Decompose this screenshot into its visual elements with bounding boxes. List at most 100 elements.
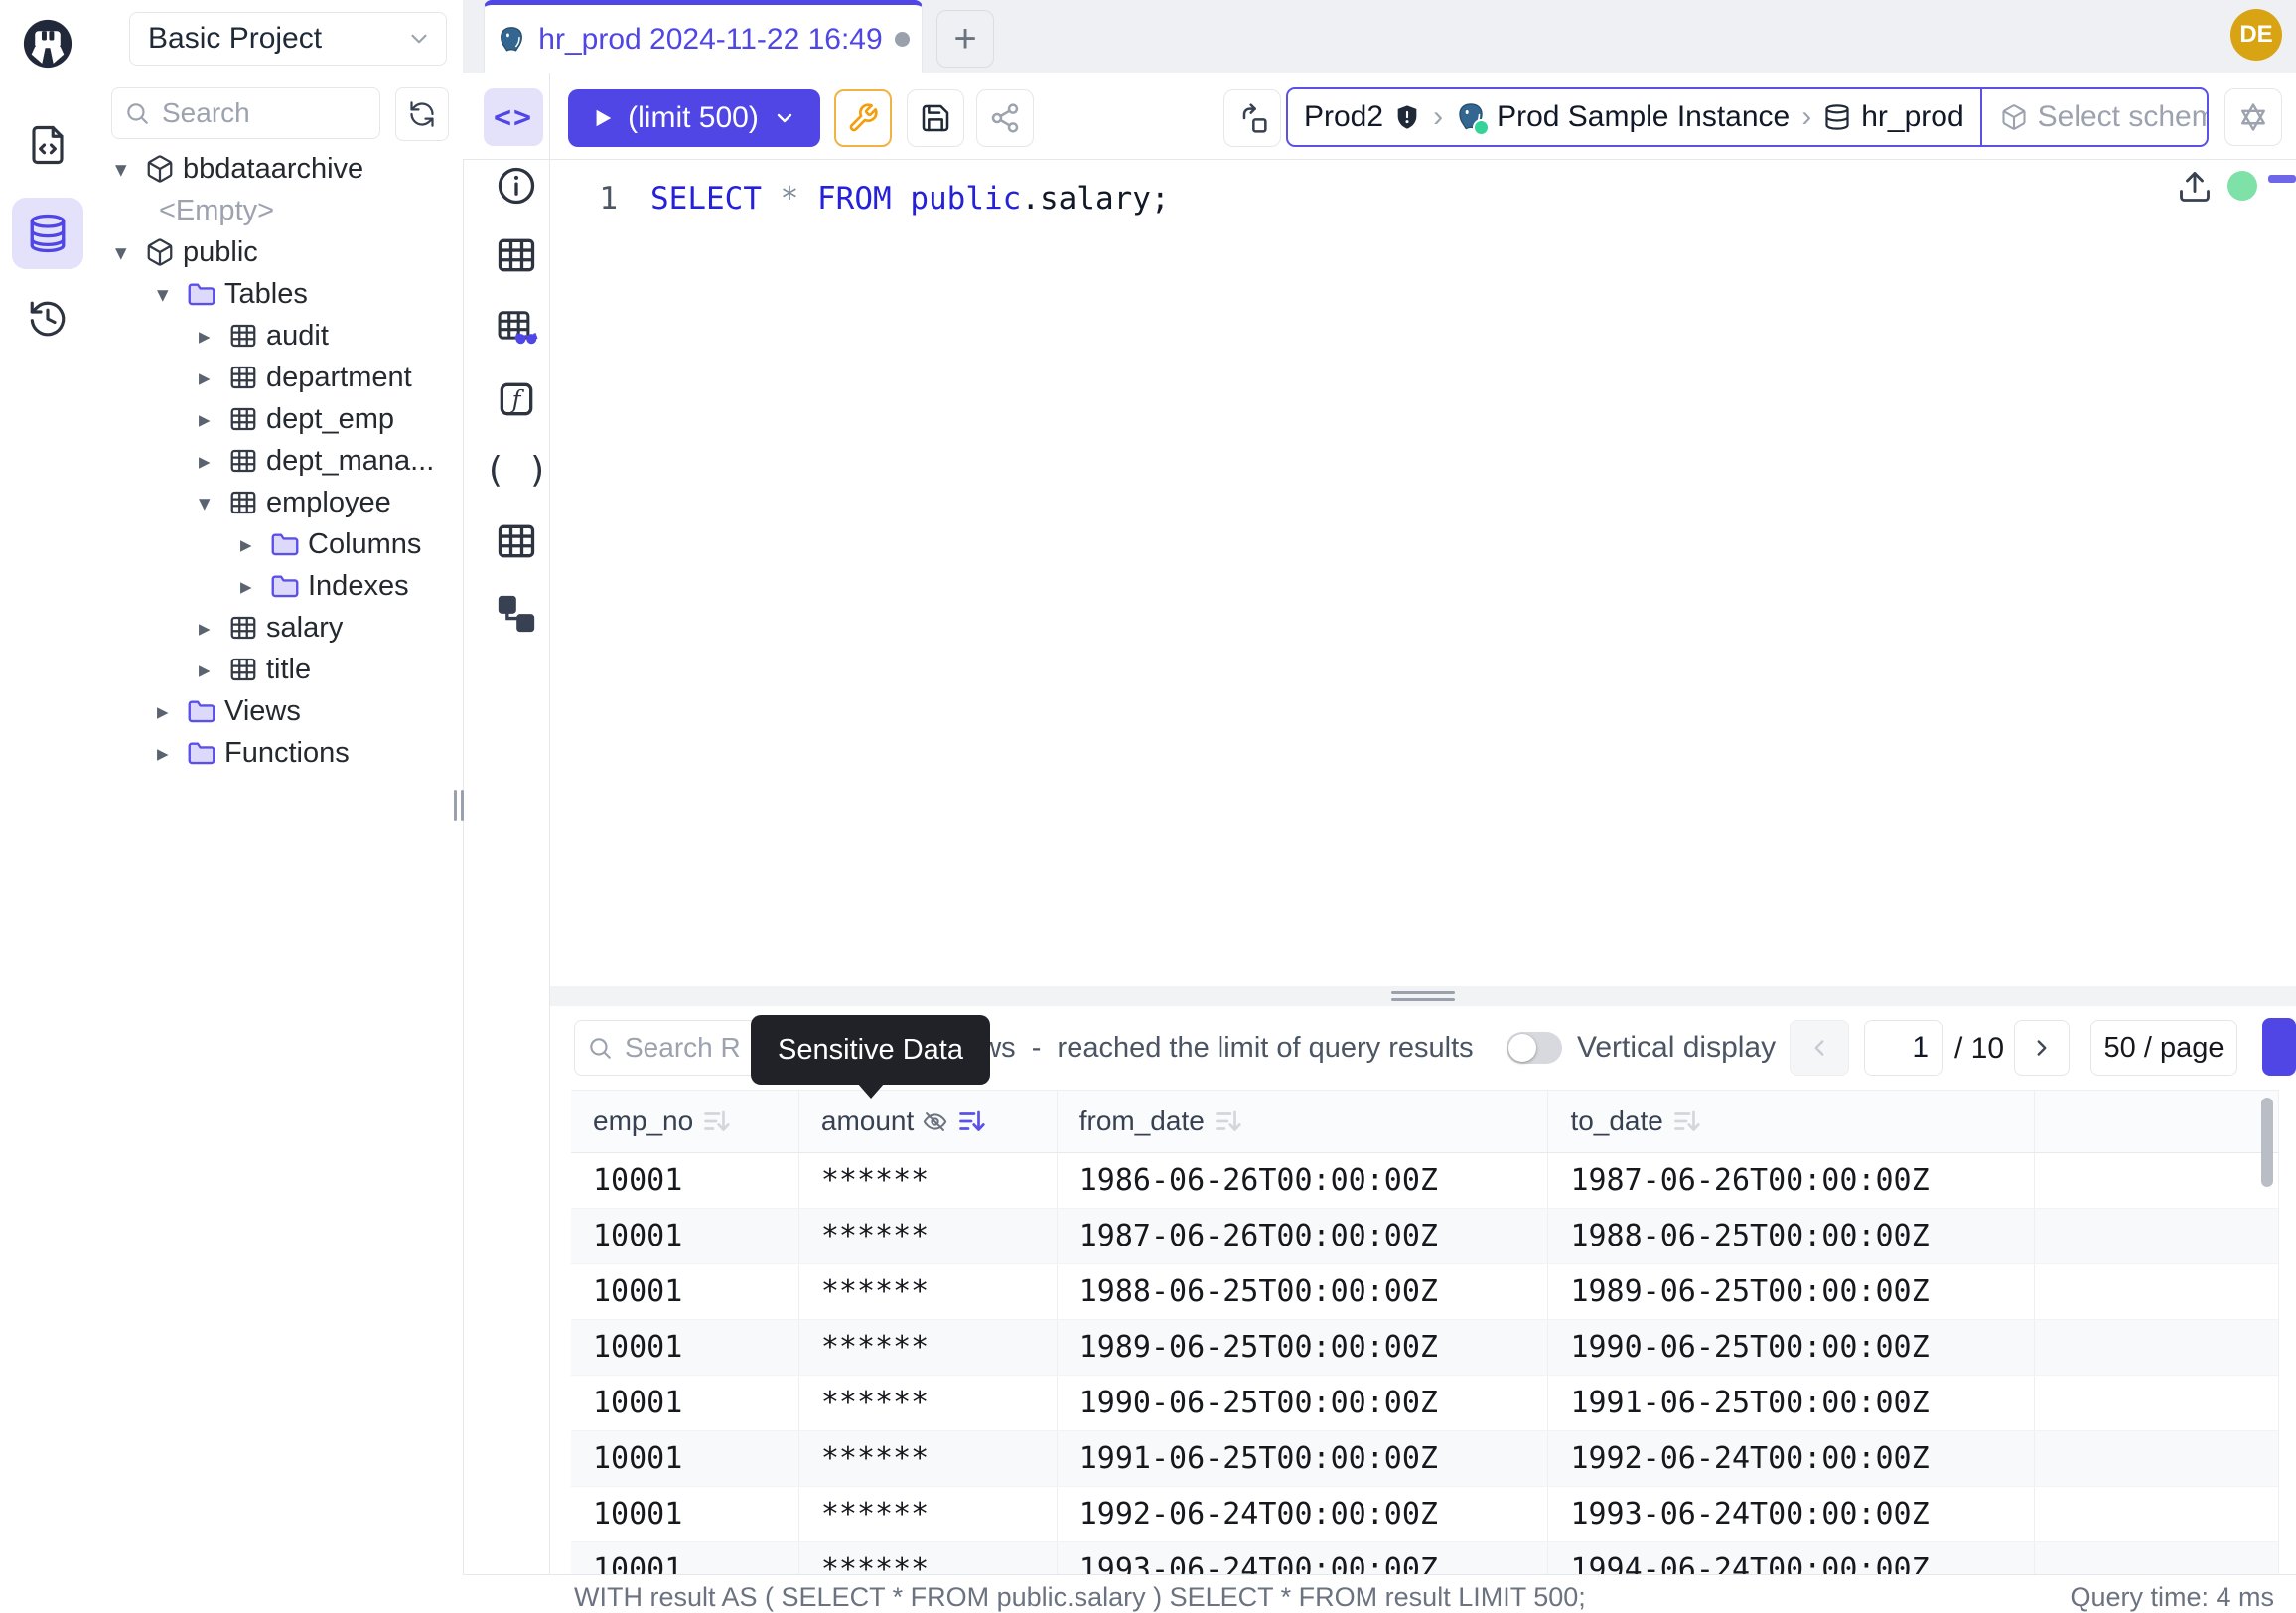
table-cell[interactable]: ****** bbox=[799, 1487, 1058, 1541]
eye-off-icon[interactable] bbox=[922, 1108, 948, 1135]
batch-replace-button[interactable] bbox=[1223, 89, 1281, 147]
table-cell[interactable]: ****** bbox=[799, 1264, 1058, 1319]
sensitive-data-panel-icon[interactable] bbox=[495, 306, 538, 350]
chevron-right-icon[interactable]: ▸ bbox=[199, 367, 228, 389]
new-tab-button[interactable]: + bbox=[936, 10, 994, 68]
tree-item-dept-emp[interactable]: ▸dept_emp bbox=[95, 398, 463, 440]
project-select[interactable]: Basic Project bbox=[129, 12, 447, 66]
splitter-handle[interactable] bbox=[1391, 991, 1455, 994]
tree-item-audit[interactable]: ▸audit bbox=[95, 315, 463, 357]
splitter-handle[interactable] bbox=[1391, 998, 1455, 1001]
page-number-input[interactable] bbox=[1864, 1020, 1943, 1076]
column-header-from_date[interactable]: from_date bbox=[1058, 1091, 1549, 1152]
tree-item-title[interactable]: ▸title bbox=[95, 649, 463, 690]
table-cell[interactable]: 1989-06-25T00:00:00Z bbox=[1548, 1264, 2035, 1319]
tree-item-empty[interactable]: <Empty> bbox=[95, 190, 463, 231]
save-button[interactable] bbox=[907, 89, 964, 147]
table-cell[interactable]: 10001 bbox=[571, 1153, 799, 1208]
avatar[interactable]: DE bbox=[2230, 9, 2282, 61]
chevron-down-icon[interactable]: ▾ bbox=[157, 283, 187, 306]
sort-icon[interactable] bbox=[956, 1106, 986, 1136]
chevron-right-icon[interactable]: ▸ bbox=[240, 575, 270, 598]
table-cell[interactable]: 10001 bbox=[571, 1264, 799, 1319]
vertical-scrollbar[interactable] bbox=[2261, 1098, 2273, 1187]
table-cell[interactable] bbox=[2035, 1487, 2278, 1541]
table-cell[interactable]: ****** bbox=[799, 1542, 1058, 1574]
sort-icon[interactable] bbox=[1671, 1106, 1701, 1136]
table-cell[interactable]: ****** bbox=[799, 1153, 1058, 1208]
chevron-right-icon[interactable]: ▸ bbox=[199, 325, 228, 348]
parentheses-panel-icon[interactable]: ( ) bbox=[495, 448, 538, 492]
table-cell[interactable] bbox=[2035, 1320, 2278, 1375]
code-mode-button[interactable]: <> bbox=[484, 88, 543, 146]
tree-item-salary[interactable]: ▸salary bbox=[95, 607, 463, 649]
chevron-right-icon[interactable]: ▸ bbox=[199, 408, 228, 431]
chevron-down-icon[interactable]: ▾ bbox=[115, 158, 145, 181]
table-cell[interactable]: 1987-06-26T00:00:00Z bbox=[1058, 1209, 1549, 1263]
table-cell[interactable]: 1989-06-25T00:00:00Z bbox=[1058, 1320, 1549, 1375]
chevron-right-icon[interactable]: ▸ bbox=[199, 450, 228, 473]
table-list-panel-icon[interactable] bbox=[495, 519, 538, 563]
tree-item-columns[interactable]: ▸Columns bbox=[95, 523, 463, 565]
ai-assistant-button[interactable] bbox=[2224, 88, 2282, 146]
page-size-select[interactable]: 50 / page bbox=[2090, 1020, 2237, 1076]
table-cell[interactable]: ****** bbox=[799, 1431, 1058, 1486]
table-cell[interactable]: 10001 bbox=[571, 1487, 799, 1541]
table-cell[interactable]: 1992-06-24T00:00:00Z bbox=[1058, 1487, 1549, 1541]
chevron-right-icon[interactable]: ▸ bbox=[157, 742, 187, 765]
tree-item-indexes[interactable]: ▸Indexes bbox=[95, 565, 463, 607]
table-cell[interactable]: 1988-06-25T00:00:00Z bbox=[1548, 1209, 2035, 1263]
schema-diagram-panel-icon[interactable] bbox=[495, 592, 538, 636]
table-cell[interactable]: 1988-06-25T00:00:00Z bbox=[1058, 1264, 1549, 1319]
toggle-knob[interactable] bbox=[1508, 1034, 1536, 1062]
table-cell[interactable]: 1991-06-25T00:00:00Z bbox=[1058, 1431, 1549, 1486]
table-cell[interactable]: ****** bbox=[799, 1320, 1058, 1375]
sql-editor[interactable] bbox=[550, 160, 2296, 986]
table-cell[interactable]: 10001 bbox=[571, 1320, 799, 1375]
table-cell[interactable]: 10001 bbox=[571, 1209, 799, 1263]
table-cell[interactable] bbox=[2035, 1376, 2278, 1430]
prev-page-button[interactable] bbox=[1790, 1020, 1849, 1076]
sort-icon[interactable] bbox=[1213, 1106, 1242, 1136]
table-cell[interactable]: 10001 bbox=[571, 1431, 799, 1486]
next-page-button[interactable] bbox=[2014, 1020, 2070, 1076]
table-cell[interactable] bbox=[2035, 1264, 2278, 1319]
column-header-emp_no[interactable]: emp_no bbox=[571, 1091, 799, 1152]
history-icon[interactable] bbox=[27, 298, 69, 340]
tree-item-bbdataarchive[interactable]: ▾bbdataarchive bbox=[95, 148, 463, 190]
table-cell[interactable]: 1993-06-24T00:00:00Z bbox=[1548, 1487, 2035, 1541]
table-cell[interactable] bbox=[2035, 1431, 2278, 1486]
chevron-right-icon[interactable]: ▸ bbox=[199, 617, 228, 640]
table-cell[interactable]: 10001 bbox=[571, 1542, 799, 1574]
sort-icon[interactable] bbox=[701, 1106, 731, 1136]
chevron-down-icon[interactable]: ▾ bbox=[115, 241, 145, 264]
refresh-button[interactable] bbox=[395, 87, 449, 141]
sidebar-search-input[interactable] bbox=[160, 96, 353, 130]
sql-code[interactable]: SELECT * FROM public.salary; bbox=[650, 181, 1170, 217]
tree-item-tables[interactable]: ▾Tables bbox=[95, 273, 463, 315]
select-schema[interactable]: Select schema bbox=[1980, 89, 2209, 145]
table-cell[interactable]: ****** bbox=[799, 1209, 1058, 1263]
chevron-down-icon[interactable] bbox=[773, 106, 796, 130]
function-panel-icon[interactable]: f bbox=[495, 377, 538, 421]
bytebase-logo[interactable] bbox=[14, 10, 81, 77]
export-button[interactable] bbox=[2262, 1018, 2296, 1076]
tree-item-department[interactable]: ▸department bbox=[95, 357, 463, 398]
tree-item-public[interactable]: ▾public bbox=[95, 231, 463, 273]
table-cell[interactable]: 1991-06-25T00:00:00Z bbox=[1548, 1376, 2035, 1430]
table-cell[interactable]: 10001 bbox=[571, 1376, 799, 1430]
tree-item-views[interactable]: ▸Views bbox=[95, 690, 463, 732]
worksheet-file-code-icon[interactable] bbox=[27, 124, 69, 166]
run-query-button[interactable]: (limit 500) bbox=[568, 89, 820, 147]
table-cell[interactable]: 1990-06-25T00:00:00Z bbox=[1058, 1376, 1549, 1430]
tree-item-functions[interactable]: ▸Functions bbox=[95, 732, 463, 774]
table-cell[interactable]: 1993-06-24T00:00:00Z bbox=[1058, 1542, 1549, 1574]
table-cell[interactable] bbox=[2035, 1209, 2278, 1263]
results-splitter[interactable] bbox=[550, 986, 2296, 1006]
sidebar-resize-handle[interactable] bbox=[454, 790, 468, 821]
table-cell[interactable]: 1990-06-25T00:00:00Z bbox=[1548, 1320, 2035, 1375]
chevron-right-icon[interactable]: ▸ bbox=[157, 700, 187, 723]
chevron-right-icon[interactable]: ▸ bbox=[240, 533, 270, 556]
table-cell[interactable]: 1986-06-26T00:00:00Z bbox=[1058, 1153, 1549, 1208]
column-header-to_date[interactable]: to_date bbox=[1548, 1091, 2035, 1152]
